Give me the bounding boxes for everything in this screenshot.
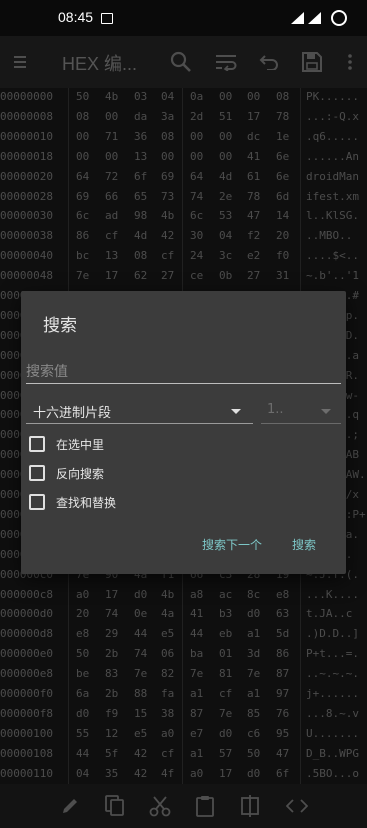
chevron-down-icon	[231, 409, 241, 414]
search-type-select[interactable]: 十六进制片段	[26, 399, 253, 424]
checkbox-icon	[29, 436, 45, 452]
status-bar: 08:45	[0, 0, 367, 36]
checkbox-icon	[29, 465, 45, 481]
battery-icon	[331, 10, 347, 26]
search-type-value: 十六进制片段	[33, 406, 112, 421]
reverse-search-checkbox[interactable]: 反向搜索	[29, 463, 104, 483]
reverse-search-label: 反向搜索	[56, 466, 105, 481]
length-value: 1..	[267, 402, 284, 417]
length-select[interactable]: 1..	[261, 399, 341, 424]
status-time: 08:45	[58, 9, 94, 25]
search-dialog: 搜索 搜索值 十六进制片段 1.. 在选中里 反向搜索 查找和替换 搜索下一个 …	[21, 291, 346, 574]
status-icons	[291, 10, 347, 26]
find-replace-label: 查找和替换	[56, 495, 117, 510]
search-value-input[interactable]: 搜索值	[26, 361, 341, 384]
chevron-down-icon	[321, 409, 331, 414]
find-replace-checkbox[interactable]: 查找和替换	[29, 492, 116, 512]
wifi-icon	[291, 12, 304, 24]
dialog-title: 搜索	[43, 316, 77, 336]
search-button[interactable]: 搜索	[292, 536, 316, 553]
search-next-button[interactable]: 搜索下一个	[202, 536, 262, 553]
in-selection-checkbox[interactable]: 在选中里	[29, 434, 104, 454]
image-notification-icon	[101, 13, 113, 24]
checkbox-icon	[29, 494, 45, 510]
signal-icon	[308, 12, 321, 24]
in-selection-label: 在选中里	[56, 437, 105, 452]
